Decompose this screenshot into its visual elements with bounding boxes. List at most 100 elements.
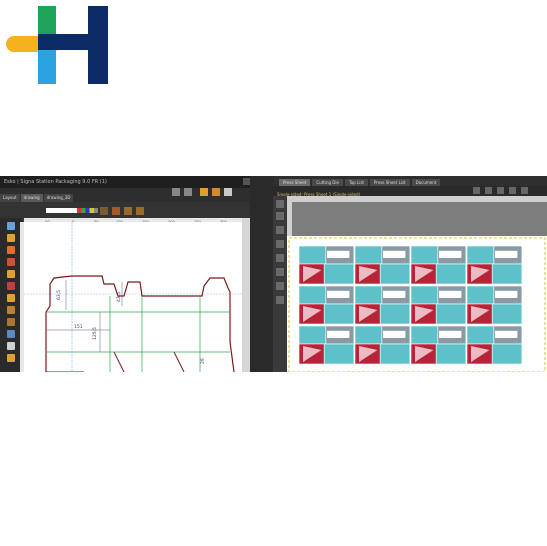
arc-tool-icon[interactable] (7, 258, 15, 266)
open-icon[interactable] (212, 188, 220, 196)
mark-icon[interactable] (276, 254, 284, 262)
zoom-out-icon[interactable] (497, 187, 504, 194)
view-icon[interactable] (473, 187, 480, 194)
tab-layout[interactable]: Layout (0, 194, 20, 202)
redo-icon[interactable] (184, 188, 192, 196)
select-icon[interactable] (276, 200, 284, 208)
dimension-tool-icon[interactable] (7, 294, 15, 302)
document-tabs: Layout drawing drawing_3D (0, 194, 74, 202)
press-sheet (287, 236, 547, 372)
pan-icon[interactable] (521, 187, 528, 194)
dimension-label: 151 (74, 324, 83, 330)
box-label-panel (495, 250, 518, 258)
box-panel (379, 263, 411, 285)
text-tool-icon[interactable] (7, 330, 15, 338)
grid-icon[interactable] (112, 207, 120, 215)
imposed-box (466, 325, 523, 365)
box-label-panel (327, 290, 350, 298)
dimension-label: 43,5 (116, 292, 122, 302)
imposed-box (354, 285, 411, 325)
box-panel (491, 303, 523, 325)
circle-tool-icon[interactable] (7, 270, 15, 278)
dimension-label: 125,5 (92, 327, 98, 340)
measure-tool-icon[interactable] (7, 342, 15, 350)
imposed-boxes (288, 237, 546, 372)
layer-icon[interactable] (100, 207, 108, 215)
box-panel (323, 303, 355, 325)
imposed-box (410, 325, 467, 365)
logo-navy-right (88, 6, 108, 84)
box-label-panel (439, 330, 462, 338)
brand-logo (6, 6, 108, 84)
color-swatch-bar[interactable] (46, 208, 98, 213)
dieline-outline (45, 275, 235, 372)
box-panel (466, 245, 495, 265)
box-panel (323, 343, 355, 365)
box-dieline: 63,5 43,5 151 125,5 29 (24, 222, 242, 372)
side-panel (250, 176, 271, 372)
tab-drawing[interactable]: drawing (20, 194, 43, 202)
vertical-scrollbar[interactable] (242, 218, 250, 372)
box-panel (354, 285, 383, 305)
zoom-in-icon[interactable] (485, 187, 492, 194)
step-icon[interactable] (276, 296, 284, 304)
box-panel (379, 303, 411, 325)
select-tool-icon[interactable] (7, 222, 15, 230)
logo-blue-left2 (38, 50, 56, 84)
tab-cutting-die[interactable]: Cutting Die (312, 179, 343, 186)
fold-tool-icon[interactable] (7, 318, 15, 326)
box-label-panel (495, 330, 518, 338)
zoom-tool-icon[interactable] (7, 234, 15, 242)
box-label-panel (383, 290, 406, 298)
undo-icon[interactable] (172, 188, 180, 196)
box-label-panel (439, 290, 462, 298)
press-sheet-canvas[interactable] (287, 196, 547, 372)
dimension-label: 63,5 (56, 290, 62, 300)
box-panel (410, 285, 439, 305)
box-panel (354, 325, 383, 345)
crease-tool-icon[interactable] (7, 282, 15, 290)
box-label-panel (327, 250, 350, 258)
rotate-icon[interactable] (276, 226, 284, 234)
mirror-tool-icon[interactable] (7, 354, 15, 362)
box-panel (323, 263, 355, 285)
cut-tool-icon[interactable] (7, 306, 15, 314)
tab-press-sheet-list[interactable]: Press Sheet List (369, 179, 410, 186)
software-screenshot: Esko | Signa Station Packaging 9.0 FR (1… (0, 176, 547, 372)
tab-document[interactable]: Document (411, 179, 441, 186)
document-icon[interactable] (224, 188, 232, 196)
dieline-canvas[interactable]: 63,5 43,5 151 125,5 29 (24, 222, 242, 372)
box-panel (410, 245, 439, 265)
tab-top-list[interactable]: Top List (344, 179, 368, 186)
window-title: Esko | Signa Station Packaging 9.0 FR (1… (4, 179, 107, 185)
imposed-box (466, 285, 523, 325)
filter-icon[interactable] (136, 207, 144, 215)
bleed-icon[interactable] (276, 268, 284, 276)
box-label-panel (495, 290, 518, 298)
box-panel (466, 325, 495, 345)
imposition-tools (273, 196, 287, 372)
align-icon[interactable] (276, 240, 284, 248)
tab-drawing-3d[interactable]: drawing_3D (43, 194, 74, 202)
box-panel (298, 325, 327, 345)
gap-icon[interactable] (276, 282, 284, 290)
tab-press-sheet[interactable]: Press Sheet (279, 179, 311, 186)
dieline-lower (46, 351, 185, 372)
move-icon[interactable] (276, 212, 284, 220)
imposed-box (410, 245, 467, 285)
imposed-box (354, 325, 411, 365)
minimize-button[interactable] (243, 178, 250, 185)
dimension-label: 29 (200, 358, 206, 364)
box-panel (466, 285, 495, 305)
box-panel (410, 325, 439, 345)
heart-icon[interactable] (124, 207, 132, 215)
save-icon[interactable] (200, 188, 208, 196)
line-tool-icon[interactable] (7, 246, 15, 254)
box-label-panel (383, 330, 406, 338)
box-label-panel (327, 330, 350, 338)
view-tabs: Press Sheet Cutting Die Top List Press S… (279, 179, 441, 186)
fit-icon[interactable] (509, 187, 516, 194)
imposition-window: Press Sheet Cutting Die Top List Press S… (273, 176, 547, 372)
imposed-box (298, 325, 355, 365)
box-label-panel (439, 250, 462, 258)
